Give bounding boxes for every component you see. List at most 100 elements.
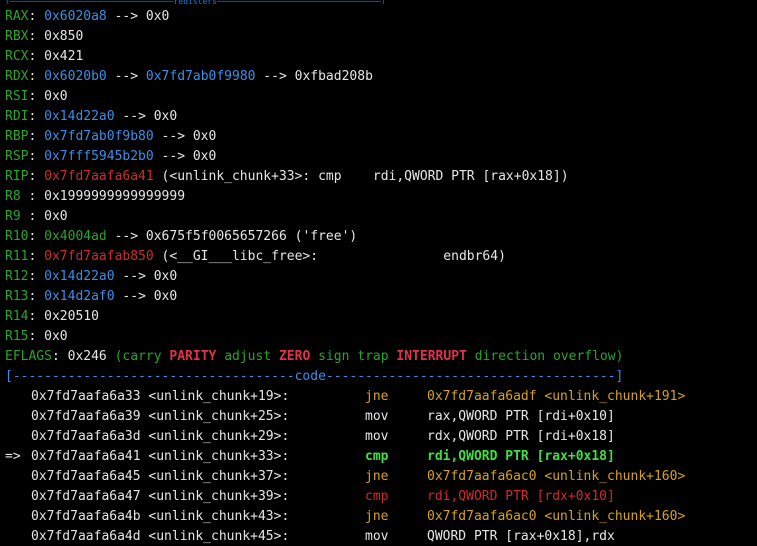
instruction-mnemonic: mov <box>365 529 389 544</box>
instruction-row: 0x7fd7aafa6a4b <unlink_chunk+43>: jne 0x7f… <box>5 504 757 524</box>
register-value-part: --> <box>106 69 146 84</box>
instruction-operands: rdi,QWORD PTR [rdx+0x10] <box>427 489 615 504</box>
register-value-part: 0x14d2af0 <box>44 289 115 304</box>
instruction-address: 0x7fd7aafa6a39 <unlink_chunk+25>: <box>31 409 290 424</box>
instruction-mnemonic: jne <box>365 389 389 404</box>
register-value-part: 0x14d22a0 <box>44 109 115 124</box>
register-row-r13: R13: 0x14d2af0 --> 0x0 <box>5 284 757 304</box>
register-value-part: --> <box>114 269 154 284</box>
register-name: R13 <box>5 289 29 304</box>
register-colon: : <box>28 229 45 244</box>
flag-set: PARITY <box>169 349 217 364</box>
register-name: RBX <box>5 29 29 44</box>
register-row-r15: R15: 0x0 <box>5 324 757 344</box>
register-row-rdx: RDX: 0x6020b0 --> 0x7fd7ab0f9980 --> 0xf… <box>5 64 757 84</box>
instruction-address: 0x7fd7aafa6a4d <unlink_chunk+45>: <box>31 529 290 544</box>
eflags-space <box>216 349 224 364</box>
register-value-part: 0x0 <box>153 109 178 124</box>
instruction-address: 0x7fd7aafa6a47 <unlink_chunk+39>: <box>31 489 290 504</box>
register-value-part: 0x1999999999999999 <box>44 189 186 204</box>
register-value-part: 0x675f5f0065657266 ('free') <box>145 229 358 244</box>
register-value-part: 0x421 <box>44 49 84 64</box>
instruction-row: 0x7fd7aafa6a33 <unlink_chunk+19>: jne 0x7f… <box>5 384 757 404</box>
instruction-mnemonic: mov <box>365 429 389 444</box>
register-value-part: 0x0 <box>153 289 178 304</box>
register-value-part: 0x0 <box>192 149 217 164</box>
eflags-open-paren: ( <box>106 349 123 364</box>
register-row-rcx: RCX: 0x421 <box>5 44 757 64</box>
register-value-part: --> <box>106 9 146 24</box>
eflags-colon: : <box>51 349 68 364</box>
eflags-space <box>310 349 318 364</box>
register-row-r9: R9 : 0x0 <box>5 204 757 224</box>
register-value-part: --> <box>153 129 193 144</box>
instruction-operands: rdi,QWORD PTR [rax+0x18] <box>427 449 615 464</box>
code-separator-title: code <box>294 369 326 384</box>
instruction-address: 0x7fd7aafa6a45 <unlink_chunk+37>: <box>31 469 290 484</box>
register-value-part: 0x0 <box>145 9 170 24</box>
instruction-row: 0x7fd7aafa6a39 <unlink_chunk+25>: mov rax,… <box>5 404 757 424</box>
register-value-part: (<__GI___libc_free>: endbr64) <box>153 249 506 264</box>
register-value-part: 0xfbad208b <box>294 69 373 84</box>
instruction-mnemonic: cmp <box>365 449 389 464</box>
gdb-terminal[interactable]: [──────────────────────────────────regis… <box>5 0 757 544</box>
register-colon: : <box>28 269 45 284</box>
instruction-address: 0x7fd7aafa6a33 <unlink_chunk+19>: <box>31 389 290 404</box>
instruction-operands: QWORD PTR [rax+0x18],rdx <box>427 529 615 544</box>
register-value-part: 0x0 <box>153 269 178 284</box>
instruction-operands: 0x7fd7aafa6ac0 <unlink_chunk+160> <box>427 509 686 524</box>
register-row-rdi: RDI: 0x14d22a0 --> 0x0 <box>5 104 757 124</box>
register-name: RAX <box>5 9 29 24</box>
instruction-mnemonic: jne <box>365 509 389 524</box>
register-value-part: --> <box>114 109 154 124</box>
register-colon: : <box>28 9 45 24</box>
register-row-rbx: RBX: 0x850 <box>5 24 757 44</box>
code-panel: 0x7fd7aafa6a33 <unlink_chunk+19>: jne 0x7f… <box>5 384 757 544</box>
register-colon: : <box>28 89 45 104</box>
instruction-mnemonic: jne <box>365 469 389 484</box>
current-pc-arrow: => <box>5 449 21 464</box>
register-colon: : <box>28 29 45 44</box>
register-colon: : <box>28 329 45 344</box>
register-row-r11: R11: 0x7fd7aafab850 (<__GI___libc_free>:… <box>5 244 757 264</box>
instruction-operands: 0x7fd7aafa6adf <unlink_chunk+191> <box>427 389 686 404</box>
instruction-row: 0x7fd7aafa6a4d <unlink_chunk+45>: mov QWOR… <box>5 524 757 544</box>
register-row-rsp: RSP: 0x7fff5945b2b0 --> 0x0 <box>5 144 757 164</box>
register-row-r12: R12: 0x14d22a0 --> 0x0 <box>5 264 757 284</box>
instruction-row: 0x7fd7aafa6a47 <unlink_chunk+39>: cmp rdi,… <box>5 484 757 504</box>
register-name: RDX <box>5 69 29 84</box>
register-name: RSI <box>5 89 29 104</box>
flag-clear: sign <box>318 349 350 364</box>
register-value-part: 0x0 <box>44 209 68 224</box>
register-value-part: --> <box>114 289 154 304</box>
register-value-part: 0x7fd7aafa6a41 <box>44 169 154 184</box>
instruction-operands: 0x7fd7aafa6ac0 <unlink_chunk+160> <box>427 469 686 484</box>
code-separator-right: -------------------------------------] <box>325 369 624 384</box>
flag-set: INTERRUPT <box>396 349 467 364</box>
register-colon: : <box>28 69 45 84</box>
register-value-part: (<unlink_chunk+33>: cmp rdi,QWORD PTR [r… <box>153 169 569 184</box>
flag-clear: carry <box>122 349 162 364</box>
eflags-line: EFLAGS: 0x246 (carry PARITY adjust ZERO … <box>5 344 757 364</box>
eflags-close-paren: ) <box>615 349 624 364</box>
register-value-part: 0x14d22a0 <box>44 269 115 284</box>
instruction-address: 0x7fd7aafa6a41 <unlink_chunk+33>: <box>31 449 290 464</box>
current-instruction-row: => 0x7fd7aafa6a41 <unlink_chunk+33>: cmp rd… <box>5 444 757 464</box>
code-separator: [------------------------------------cod… <box>5 364 757 384</box>
instruction-row: 0x7fd7aafa6a3d <unlink_chunk+29>: mov rdx,… <box>5 424 757 444</box>
register-row-r10: R10: 0x4004ad --> 0x675f5f0065657266 ('f… <box>5 224 757 244</box>
instruction-operands: rax,QWORD PTR [rdi+0x10] <box>427 409 615 424</box>
register-value-part: 0x4004ad <box>44 229 107 244</box>
register-value-part: 0x0 <box>44 329 68 344</box>
register-colon: : <box>28 49 45 64</box>
register-value-part: --> <box>106 229 146 244</box>
register-value-part: 0x0 <box>44 89 68 104</box>
register-row-rip: RIP: 0x7fd7aafa6a41 (<unlink_chunk+33>: … <box>5 164 757 184</box>
eflags-value: 0x246 <box>67 349 107 364</box>
register-name: R10 <box>5 229 29 244</box>
register-colon: : <box>28 289 45 304</box>
register-row-r14: R14: 0x20510 <box>5 304 757 324</box>
register-colon: : <box>28 309 45 324</box>
flag-clear: adjust <box>224 349 272 364</box>
register-value-part: 0x20510 <box>44 309 99 324</box>
